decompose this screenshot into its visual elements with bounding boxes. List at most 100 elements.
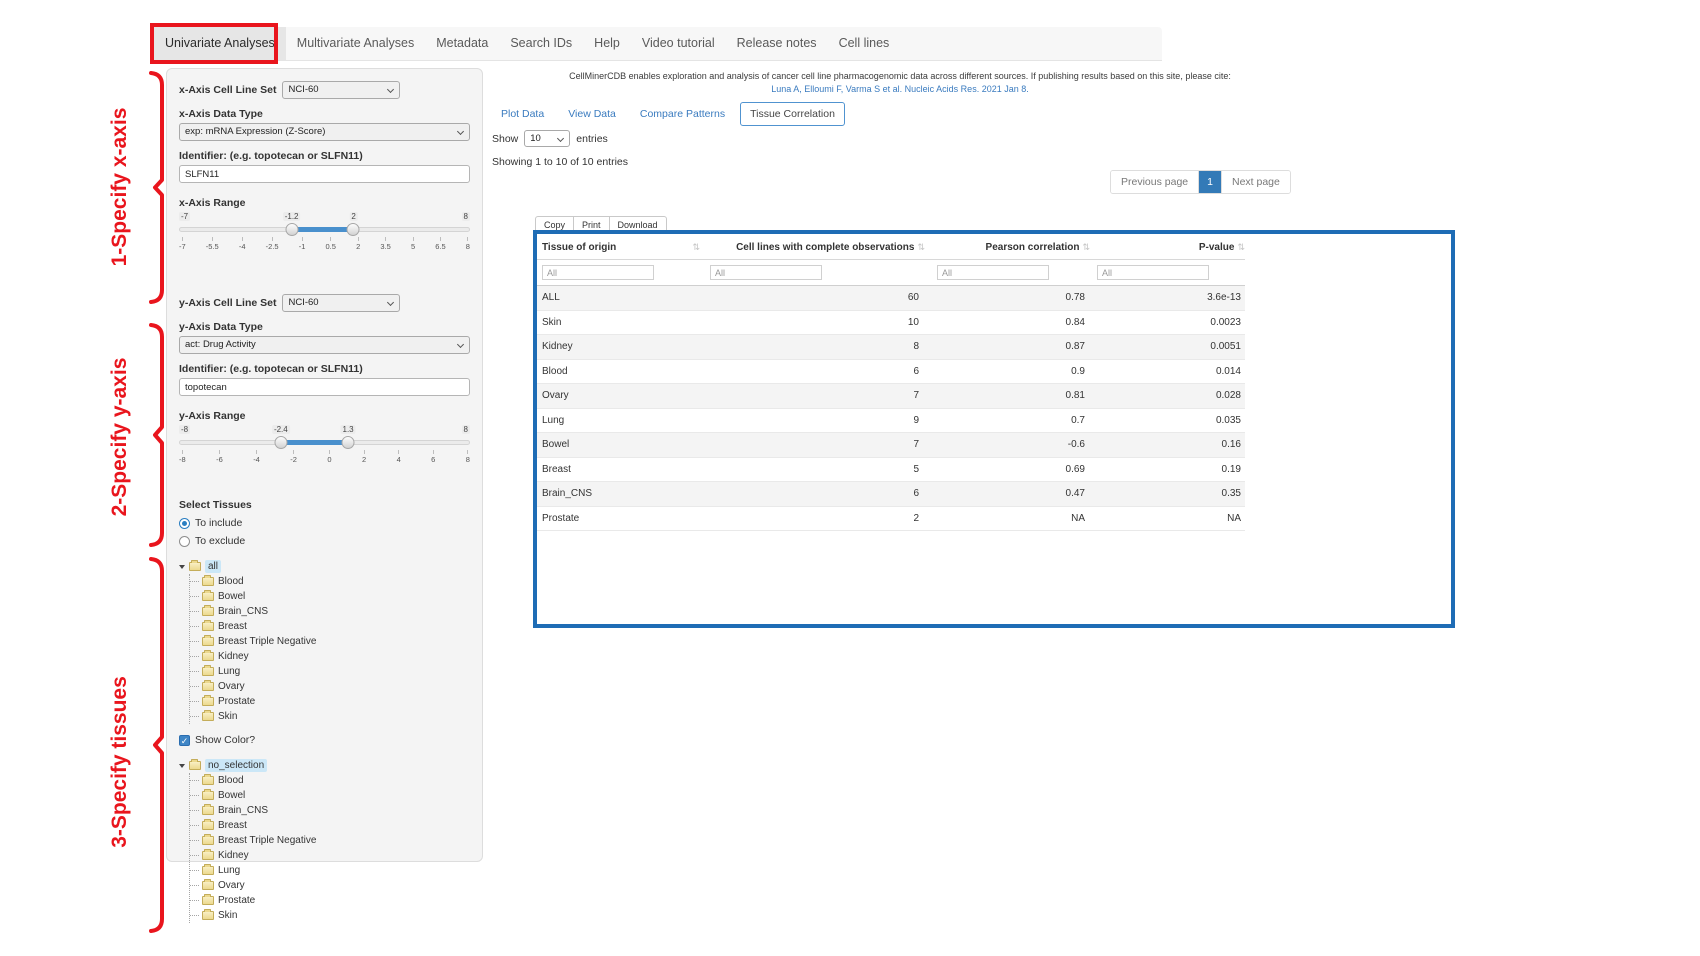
tissue-tree-item[interactable]: Lung [190,863,470,878]
tissue-tree-item[interactable]: Breast Triple Negative [190,833,470,848]
chevron-down-icon [457,128,464,135]
next-page-button[interactable]: Next page [1222,171,1290,193]
export-button[interactable]: Download [609,216,667,234]
tissue-tree-item[interactable]: Kidney [190,848,470,863]
nav-item[interactable]: Search IDs [499,27,583,60]
select-tissues-label: Select Tissues [179,499,470,511]
previous-page-button[interactable]: Previous page [1111,171,1199,193]
folder-icon [202,806,214,815]
exclude-radio-option[interactable]: To exclude [179,535,470,547]
expand-arrow-icon[interactable] [179,764,185,768]
tree-root-no-selection[interactable]: no_selection [179,758,470,773]
column-header[interactable]: P-value ⇅ [1090,236,1245,259]
pvalue-cell: 0.014 [1090,366,1245,377]
column-filter-input[interactable] [710,265,822,280]
folder-icon [202,577,214,586]
tissue-tree-item[interactable]: Breast [190,619,470,634]
result-tab[interactable]: Plot Data [492,103,553,125]
nav-item[interactable]: Metadata [425,27,499,60]
nav-item[interactable]: Release notes [726,27,828,60]
table-body: ALL 60 0.78 3.6e-13 Skin 10 0.84 0.0023 … [537,286,1245,531]
slider-tick-label: -2.5 [266,237,279,251]
pearson-cell: 0.84 [925,317,1090,328]
slider-tick-label: -1 [299,237,306,251]
tissue-tree-item[interactable]: Lung [190,664,470,679]
x-range-from-handle[interactable] [285,223,298,236]
tissue-tree-item[interactable]: Kidney [190,649,470,664]
y-identifier-input[interactable] [179,378,470,396]
nav-item[interactable]: Video tutorial [631,27,726,60]
page-number-button[interactable]: 1 [1199,171,1222,193]
pearson-cell: 0.78 [925,292,1090,303]
nav-item[interactable]: Multivariate Analyses [286,27,425,60]
x-identifier-input[interactable] [179,165,470,183]
tissue-tree-item[interactable]: Skin [190,709,470,724]
y-data-type-label: y-Axis Data Type [179,321,470,333]
column-filter-input[interactable] [937,265,1049,280]
tissue-tree-item[interactable]: Brain_CNS [190,604,470,619]
slider-tick-label: 2 [362,450,366,464]
tissue-tree-item[interactable]: Breast [190,818,470,833]
nav-item[interactable]: Univariate Analyses [154,27,286,60]
expand-arrow-icon[interactable] [179,565,185,569]
x-cell-line-set-label: x-Axis Cell Line Set [179,84,276,96]
pvalue-cell: 0.0023 [1090,317,1245,328]
annotation-step1-label: 1-Specify x-axis [108,108,132,267]
x-range-slider: -7 -1.2 2 8 -7-5.5-4-2.5-10.523.556.58 [179,212,470,258]
cellminercdb-app: Univariate AnalysesMultivariate Analyses… [0,0,1700,956]
show-color-checkbox-row[interactable]: ✓ Show Color? [179,734,470,746]
column-filter-input[interactable] [1097,265,1209,280]
y-cell-line-set-label: y-Axis Cell Line Set [179,297,276,309]
tissue-tree-item[interactable]: Brain_CNS [190,803,470,818]
result-tab[interactable]: Tissue Correlation [740,102,845,126]
nav-item[interactable]: Cell lines [828,27,901,60]
export-button[interactable]: Copy [535,216,574,234]
chevron-down-icon [557,135,564,142]
folder-icon [202,776,214,785]
page-size-select[interactable]: 10 [524,130,570,147]
slider-tick-label: -8 [179,450,186,464]
tissue-tree-item[interactable]: Skin [190,908,470,923]
tissue-tree-item[interactable]: Blood [190,773,470,788]
tissue-tree-item[interactable]: Ovary [190,878,470,893]
column-header[interactable]: Pearson correlation ⇅ [925,236,1090,259]
pagination: Previous page 1 Next page [1110,170,1291,194]
folder-icon [202,712,214,721]
tissue-tree-item[interactable]: Bowel [190,788,470,803]
tree-root-all[interactable]: all [179,559,470,574]
y-data-type-select[interactable]: act: Drug Activity [179,336,470,354]
include-radio-option[interactable]: To include [179,517,470,529]
tissue-tree-item[interactable]: Prostate [190,893,470,908]
x-data-type-select[interactable]: exp: mRNA Expression (Z-Score) [179,123,470,141]
x-range-min-label: -7 [179,212,190,221]
result-tab[interactable]: Compare Patterns [631,103,734,125]
folder-icon [202,836,214,845]
column-filter-input[interactable] [542,265,654,280]
pearson-cell: 0.7 [925,415,1090,426]
export-button[interactable]: Print [573,216,610,234]
x-cell-line-set-select[interactable]: NCI-60 [282,81,400,99]
result-tabs: Plot Data View Data Compare Patterns Tissue… [492,102,845,126]
column-header[interactable]: Tissue of origin ⇅ [537,236,700,259]
table-row: Bowel 7 -0.6 0.16 [537,433,1245,458]
nav-item[interactable]: Help [583,27,631,60]
y-range-to-handle[interactable] [341,436,354,449]
table-filter-row [537,260,1245,286]
tissue-tree-item[interactable]: Blood [190,574,470,589]
column-header[interactable]: Cell lines with complete observations ⇅ [700,236,925,259]
tissue-tree-item[interactable]: Bowel [190,589,470,604]
tissue-tree-item[interactable]: Prostate [190,694,470,709]
y-cell-line-set-select[interactable]: NCI-60 [282,294,400,312]
tissue-correlation-table: Tissue of origin ⇅ Cell lines with compl… [537,236,1245,531]
y-range-from-handle[interactable] [275,436,288,449]
x-range-to-handle[interactable] [347,223,360,236]
tissue-tree-item[interactable]: Breast Triple Negative [190,634,470,649]
table-row: Lung 9 0.7 0.035 [537,409,1245,434]
annotation-bracket-2 [146,322,166,548]
citation-link[interactable]: Luna A, Elloumi F, Varma S et al. Nuclei… [490,84,1310,94]
result-tab[interactable]: View Data [559,103,625,125]
slider-tick-label: 6 [431,450,435,464]
folder-icon [202,592,214,601]
cell-lines-cell: 7 [700,439,925,450]
tissue-tree-item[interactable]: Ovary [190,679,470,694]
